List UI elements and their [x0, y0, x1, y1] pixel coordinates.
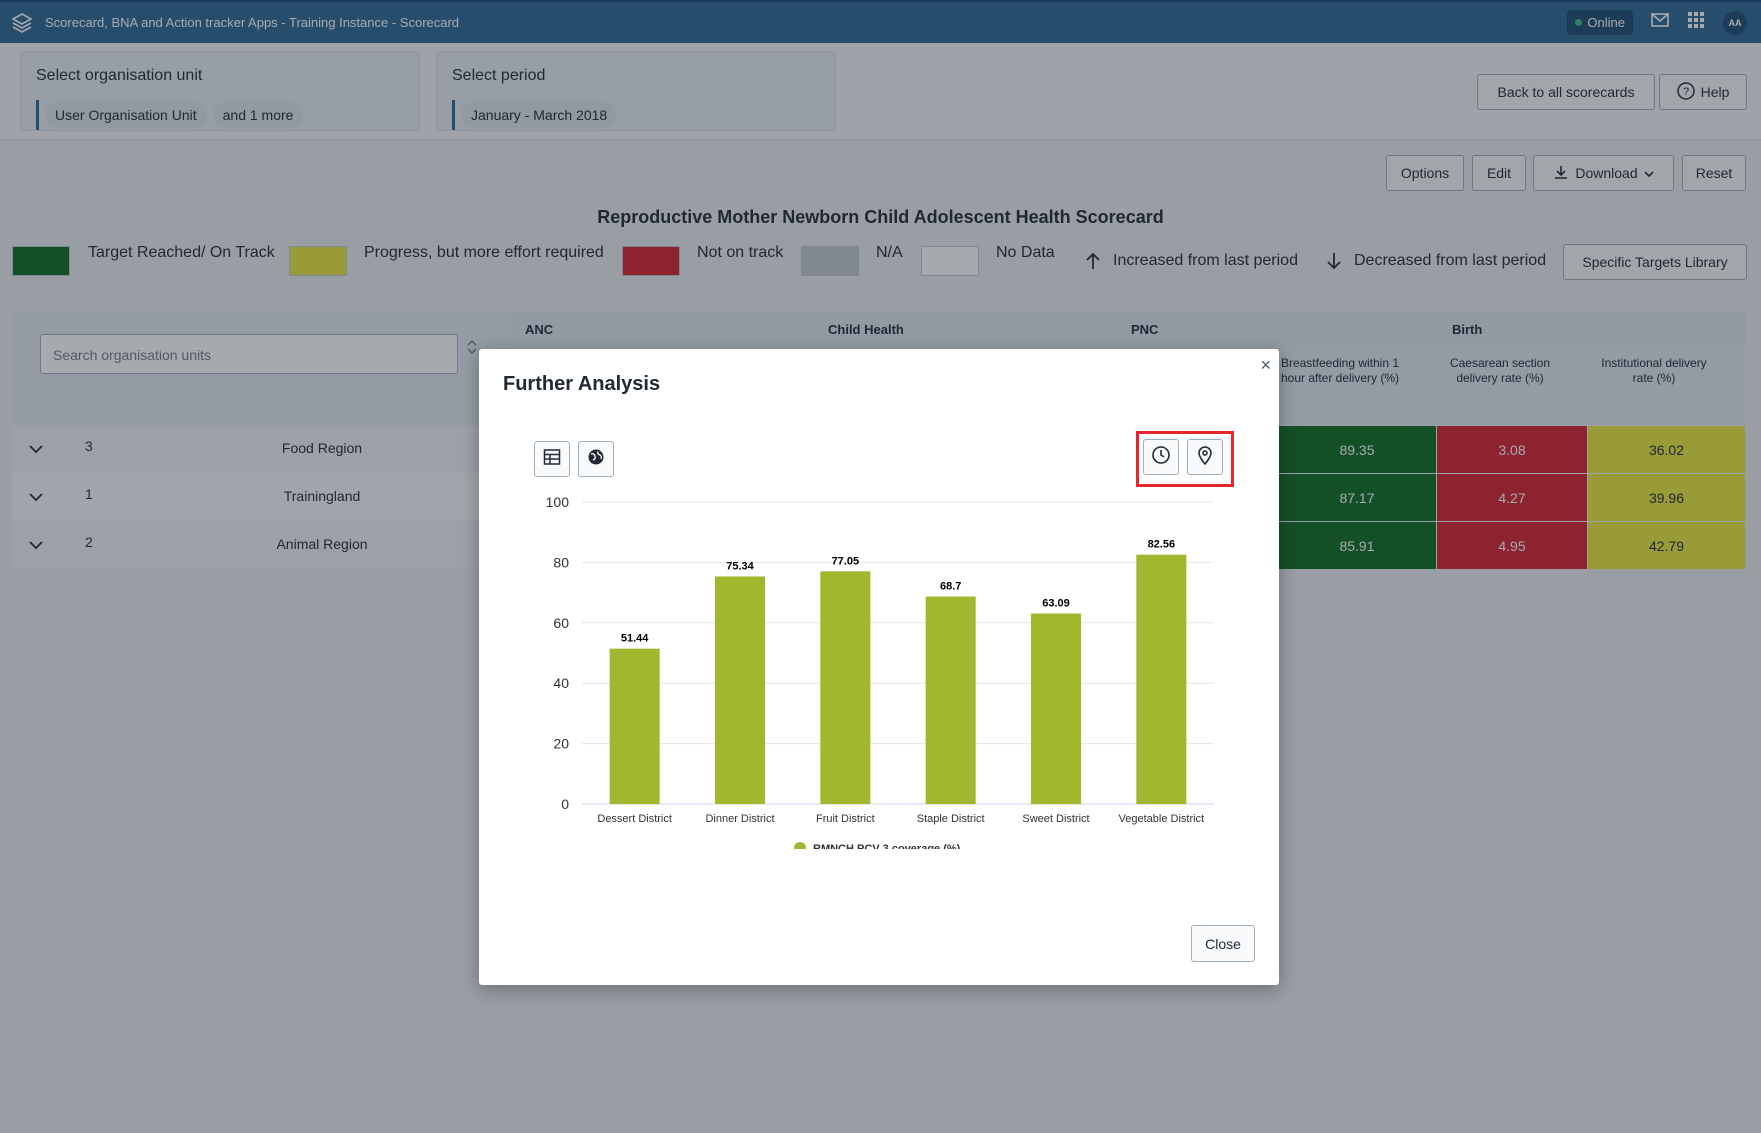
- close-button[interactable]: Close: [1191, 925, 1255, 962]
- y-tick-label: 100: [546, 494, 570, 510]
- bar: [1136, 554, 1187, 804]
- legend-swatch: [794, 842, 806, 849]
- data-label: 82.56: [1148, 539, 1176, 551]
- y-tick-label: 60: [553, 615, 569, 631]
- bar: [1031, 613, 1081, 804]
- y-tick-label: 40: [553, 675, 569, 691]
- bar: [925, 596, 976, 804]
- y-tick-label: 20: [553, 736, 569, 752]
- data-label: 51.44: [621, 633, 649, 645]
- x-tick-label: Sweet District: [1022, 813, 1089, 825]
- y-tick-label: 0: [561, 796, 569, 812]
- bar: [820, 571, 871, 804]
- further-analysis-modal: Further Analysis × 0 20 40 60 80 100 51.44 Dess…: [479, 349, 1279, 985]
- data-label: 75.34: [726, 560, 754, 572]
- data-label: 63.09: [1042, 597, 1070, 609]
- x-tick-label: Dessert District: [597, 813, 672, 825]
- x-tick-label: Vegetable District: [1119, 813, 1205, 825]
- legend-label: RMNCH PCV 3 coverage (%): [813, 843, 961, 849]
- bar: [715, 576, 765, 804]
- x-tick-label: Dinner District: [705, 813, 774, 825]
- x-tick-label: Staple District: [917, 813, 985, 825]
- y-tick-label: 80: [553, 554, 569, 570]
- data-label: 68.7: [940, 581, 961, 593]
- data-label: 77.05: [832, 555, 860, 567]
- x-tick-label: Fruit District: [816, 813, 875, 825]
- bar: [609, 648, 660, 804]
- further-analysis-chart: 0 20 40 60 80 100 51.44 Dessert District 75.34 Di…: [546, 494, 1214, 849]
